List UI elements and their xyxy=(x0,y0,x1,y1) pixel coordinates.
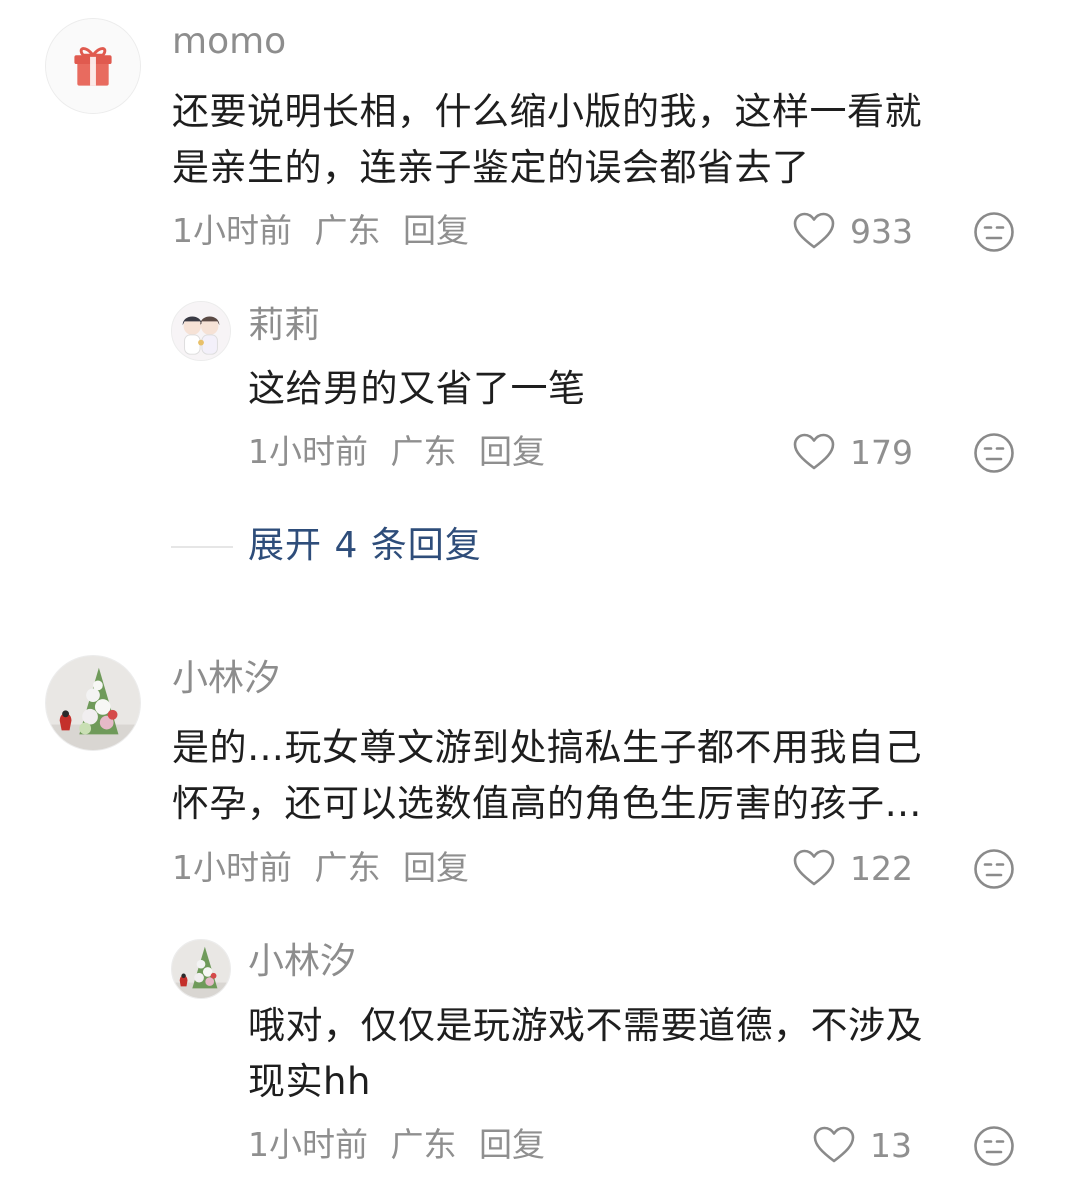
heart-icon xyxy=(793,212,835,249)
heart-icon xyxy=(813,1126,855,1163)
like-count: 122 xyxy=(850,848,913,888)
avatar[interactable] xyxy=(171,301,231,361)
comment-meta: 1小时前 广东 回复 xyxy=(248,1123,557,1167)
location: 广东 xyxy=(314,211,381,250)
dislike-button[interactable] xyxy=(973,432,1015,474)
flower-tree-avatar xyxy=(46,656,140,750)
comment-meta: 1小时前 广东 回复 xyxy=(248,430,557,474)
reply-button[interactable]: 回复 xyxy=(403,211,469,250)
location: 广东 xyxy=(314,848,381,887)
like-button[interactable]: 933 xyxy=(792,209,913,253)
username[interactable]: 小林汐 xyxy=(248,940,356,984)
dislike-button[interactable] xyxy=(973,848,1015,890)
dislike-button[interactable] xyxy=(973,1125,1015,1167)
comment-text: 还要说明长相，什么缩小版的我，这样一看就 是亲生的，连亲子鉴定的误会都省去了 xyxy=(172,84,1032,196)
heart-icon xyxy=(793,433,835,470)
meh-face-icon xyxy=(974,212,1014,252)
reply-text: 哦对，仅仅是玩游戏不需要道德，不涉及 现实hh xyxy=(248,998,1038,1110)
comment-text: 是的…玩女尊文游到处搞私生子都不用我自己 怀孕，还可以选数值高的角色生厉害的孩子… xyxy=(172,720,1042,832)
expand-replies-button[interactable]: 展开 4 条回复 xyxy=(248,524,482,568)
like-button[interactable]: 122 xyxy=(792,846,913,890)
timestamp: 1小时前 xyxy=(248,1125,368,1164)
gift-icon xyxy=(46,19,140,113)
comment-line: 是的…玩女尊文游到处搞私生子都不用我自己 xyxy=(172,726,922,769)
like-count: 933 xyxy=(850,211,913,251)
dislike-button[interactable] xyxy=(973,211,1015,253)
expand-divider xyxy=(171,546,233,548)
like-button[interactable]: 179 xyxy=(792,430,913,474)
reply-text: 这给男的又省了一笔 xyxy=(248,361,1028,417)
avatar[interactable] xyxy=(45,655,141,751)
avatar[interactable] xyxy=(45,18,141,114)
timestamp: 1小时前 xyxy=(248,432,368,471)
timestamp: 1小时前 xyxy=(172,848,292,887)
reply-button[interactable]: 回复 xyxy=(479,432,545,471)
meh-face-icon xyxy=(974,849,1014,889)
comment-meta: 1小时前 广东 回复 xyxy=(172,209,481,253)
comment-line: 哦对，仅仅是玩游戏不需要道德，不涉及 xyxy=(248,1004,923,1047)
reply-button[interactable]: 回复 xyxy=(479,1125,545,1164)
username[interactable]: 莉莉 xyxy=(248,304,320,348)
anime-couple-avatar xyxy=(172,302,230,360)
meh-face-icon xyxy=(974,1126,1014,1166)
comment-line: 这给男的又省了一笔 xyxy=(248,367,586,410)
username[interactable]: 小林汐 xyxy=(172,657,280,701)
heart-icon xyxy=(793,849,835,886)
location: 广东 xyxy=(390,432,457,471)
comment-line: 怀孕，还可以选数值高的角色生厉害的孩子… xyxy=(172,782,922,825)
reply-button[interactable]: 回复 xyxy=(403,848,469,887)
comment-line: 还要说明长相，什么缩小版的我，这样一看就 xyxy=(172,90,922,133)
username[interactable]: momo xyxy=(172,20,286,64)
timestamp: 1小时前 xyxy=(172,211,292,250)
like-count: 13 xyxy=(870,1125,912,1165)
like-count: 179 xyxy=(850,432,913,472)
comment-line: 是亲生的，连亲子鉴定的误会都省去了 xyxy=(172,146,810,189)
like-button[interactable]: 13 xyxy=(812,1123,912,1167)
comment-meta: 1小时前 广东 回复 xyxy=(172,846,481,890)
location: 广东 xyxy=(390,1125,457,1164)
meh-face-icon xyxy=(974,433,1014,473)
comment-line: 现实hh xyxy=(248,1060,371,1103)
avatar[interactable] xyxy=(171,939,231,999)
flower-tree-avatar xyxy=(172,940,230,998)
